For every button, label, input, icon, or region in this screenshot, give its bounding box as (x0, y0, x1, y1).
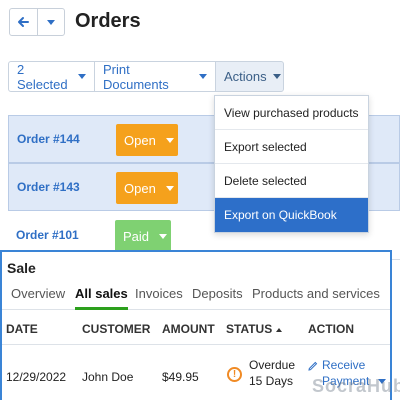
menu-item-export-on-quickbook[interactable]: Export on QuickBook (215, 198, 368, 232)
status-label: Paid (123, 228, 150, 244)
status-dropdown[interactable]: Open (116, 172, 178, 204)
receive-payment-label-line1: Receive (322, 358, 366, 372)
active-tab-indicator (75, 307, 128, 310)
back-button[interactable] (10, 9, 37, 35)
back-button-group (9, 8, 65, 36)
menu-item-view-purchased-products[interactable]: View purchased products (215, 96, 368, 130)
tab-overview[interactable]: Overview (11, 286, 65, 301)
status-dropdown[interactable]: Open (116, 124, 178, 156)
sale-status-line1: Overdue (249, 358, 296, 372)
menu-item-delete-selected[interactable]: Delete selected (215, 164, 368, 198)
selected-count-label: 2 Selected (17, 61, 68, 92)
column-header-customer[interactable]: CUSTOMER (82, 322, 150, 336)
caret-down-icon (159, 233, 168, 239)
selected-dropdown-button[interactable]: 2 Selected (8, 61, 95, 92)
sale-status-line2: 15 Days (249, 374, 294, 388)
caret-down-icon (165, 137, 174, 143)
status-dropdown[interactable]: Paid (115, 220, 171, 252)
column-header-date[interactable]: DATE (6, 322, 38, 336)
page-header: Orders (0, 0, 400, 48)
tab-invoices[interactable]: Invoices (135, 286, 183, 301)
sale-tabs: Overview All sales Invoices Deposits Pro… (2, 282, 390, 310)
caret-down-icon (46, 19, 55, 25)
caret-down-icon (272, 74, 281, 79)
sale-customer: John Doe (82, 370, 134, 384)
order-id-link[interactable]: Order #101 (16, 228, 79, 242)
watermark-logo: SocraHub (312, 376, 400, 396)
sale-amount: $49.95 (162, 370, 199, 384)
actions-label: Actions (224, 69, 267, 84)
actions-menu: View purchased products Export selected … (214, 95, 369, 233)
actions-button[interactable]: Actions (215, 61, 284, 92)
toolbar: 2 Selected Print Documents Actions (8, 61, 284, 92)
overdue-warning-icon: ! (227, 367, 242, 382)
column-header-amount[interactable]: AMOUNT (162, 322, 215, 336)
order-id-link[interactable]: Order #144 (17, 132, 80, 146)
sale-date: 12/29/2022 (6, 370, 67, 384)
sort-ascending-icon (276, 327, 283, 332)
tab-products-and-services[interactable]: Products and services (252, 286, 380, 301)
tab-all-sales[interactable]: All sales (75, 286, 128, 301)
column-header-action[interactable]: ACTION (308, 322, 354, 336)
caret-down-icon (165, 185, 174, 191)
sale-panel-title: Sale (7, 260, 36, 276)
pencil-icon (308, 361, 318, 371)
arrow-left-icon (18, 17, 30, 27)
caret-down-icon (78, 74, 86, 79)
column-header-status[interactable]: STATUS (226, 322, 283, 336)
header-divider (2, 344, 390, 345)
caret-down-icon (199, 74, 207, 79)
tab-deposits[interactable]: Deposits (192, 286, 243, 301)
page-title: Orders (75, 10, 141, 32)
order-id-link[interactable]: Order #143 (17, 180, 80, 194)
status-label: Open (124, 132, 156, 148)
status-label: Open (124, 180, 156, 196)
back-history-dropdown[interactable] (36, 9, 65, 35)
print-documents-label: Print Documents (103, 61, 169, 92)
menu-item-export-selected[interactable]: Export selected (215, 130, 368, 164)
print-documents-button[interactable]: Print Documents (94, 61, 216, 92)
column-header-status-label: STATUS (226, 322, 273, 336)
